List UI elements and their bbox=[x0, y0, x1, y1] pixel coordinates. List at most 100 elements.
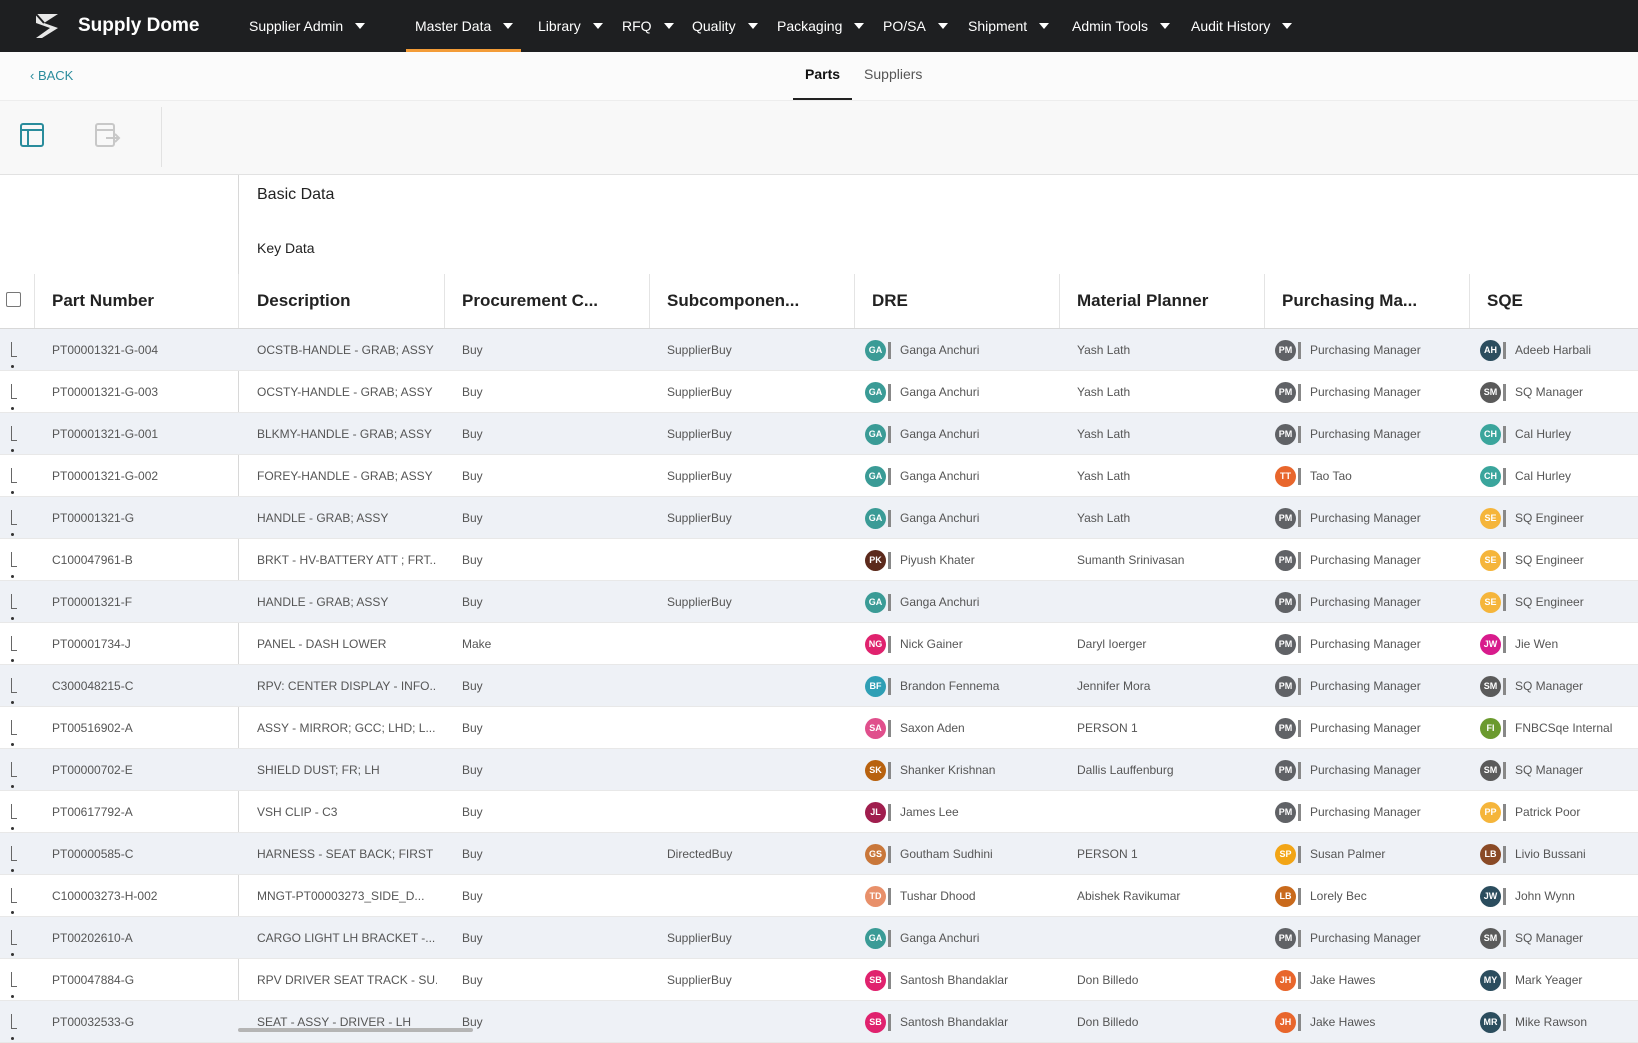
cell-sqe[interactable]: SM SQ Manager bbox=[1480, 371, 1638, 413]
cell-purchasing-manager[interactable]: PM Purchasing Manager bbox=[1275, 791, 1465, 833]
row-select-marker[interactable] bbox=[11, 552, 17, 567]
table-row[interactable]: PT00001321-G-004 OCSTB-HANDLE - GRAB; ASS… bbox=[0, 329, 1638, 371]
table-row[interactable]: PT00516902-A ASSY - MIRROR; GCC; LHD; L..… bbox=[0, 707, 1638, 749]
row-select-marker[interactable] bbox=[11, 804, 17, 819]
cell-sqe[interactable]: SE SQ Engineer bbox=[1480, 539, 1638, 581]
column-header-sqe[interactable]: SQE bbox=[1487, 274, 1637, 328]
row-select-marker[interactable] bbox=[11, 678, 17, 693]
cell-sqe[interactable]: FI FNBCSqe Internal bbox=[1480, 707, 1638, 749]
column-header-dre[interactable]: DRE bbox=[872, 274, 1052, 328]
cell-dre[interactable]: GA Ganga Anchuri bbox=[865, 497, 1055, 539]
table-row[interactable]: C100047961-B BRKT - HV-BATTERY ATT ; FRT.… bbox=[0, 539, 1638, 581]
row-select-marker[interactable] bbox=[11, 930, 17, 945]
row-select-marker[interactable] bbox=[11, 510, 17, 525]
nav-po-sa[interactable]: PO/SA bbox=[874, 0, 951, 52]
export-icon[interactable] bbox=[92, 119, 124, 151]
column-header-description[interactable]: Description bbox=[257, 274, 437, 328]
horizontal-scrollbar[interactable] bbox=[238, 1028, 473, 1032]
cell-purchasing-manager[interactable]: PM Purchasing Manager bbox=[1275, 371, 1465, 413]
app-logo[interactable]: Supply Dome bbox=[32, 11, 232, 41]
table-row[interactable]: PT00001734-J PANEL - DASH LOWER Make NG Nick… bbox=[0, 623, 1638, 665]
table-row[interactable]: PT00001321-G HANDLE - GRAB; ASSY Buy Suppli… bbox=[0, 497, 1638, 539]
cell-purchasing-manager[interactable]: PM Purchasing Manager bbox=[1275, 665, 1465, 707]
column-header-purchasing-manager[interactable]: Purchasing Ma... bbox=[1282, 274, 1462, 328]
nav-admin-tools[interactable]: Admin Tools bbox=[1063, 0, 1174, 52]
table-layout-icon[interactable] bbox=[16, 119, 48, 151]
table-row[interactable]: PT00001321-G-001 BLKMY-HANDLE - GRAB; ASS… bbox=[0, 413, 1638, 455]
tab-suppliers[interactable]: Suppliers bbox=[852, 52, 934, 100]
table-row[interactable]: PT00000585-C HARNESS - SEAT BACK; FIRST .… bbox=[0, 833, 1638, 875]
row-select-marker[interactable] bbox=[11, 636, 17, 651]
cell-sqe[interactable]: SE SQ Engineer bbox=[1480, 497, 1638, 539]
cell-dre[interactable]: GA Ganga Anchuri bbox=[865, 371, 1055, 413]
table-row[interactable]: PT00000702-E SHIELD DUST; FR; LH Buy SK Shan… bbox=[0, 749, 1638, 791]
row-select-marker[interactable] bbox=[11, 888, 17, 903]
cell-purchasing-manager[interactable]: LB Lorely Bec bbox=[1275, 875, 1465, 917]
row-select-marker[interactable] bbox=[11, 972, 17, 987]
column-header-material-planner[interactable]: Material Planner bbox=[1077, 274, 1257, 328]
select-all-checkbox[interactable] bbox=[6, 292, 21, 307]
cell-dre[interactable]: GA Ganga Anchuri bbox=[865, 455, 1055, 497]
cell-sqe[interactable]: SM SQ Manager bbox=[1480, 749, 1638, 791]
table-row[interactable]: PT00032533-G SEAT - ASSY - DRIVER - LH Buy… bbox=[0, 1001, 1638, 1043]
table-row[interactable]: PT00202610-A CARGO LIGHT LH BRACKET -... B… bbox=[0, 917, 1638, 959]
row-select-marker[interactable] bbox=[11, 468, 17, 483]
table-row[interactable]: PT00047884-G RPV DRIVER SEAT TRACK - SU..… bbox=[0, 959, 1638, 1001]
nav-packaging[interactable]: Packaging bbox=[768, 0, 866, 52]
cell-dre[interactable]: SK Shanker Krishnan bbox=[865, 749, 1055, 791]
cell-dre[interactable]: GS Goutham Sudhini bbox=[865, 833, 1055, 875]
back-link[interactable]: ‹ BACK bbox=[30, 68, 73, 83]
cell-sqe[interactable]: SE SQ Engineer bbox=[1480, 581, 1638, 623]
cell-purchasing-manager[interactable]: PM Purchasing Manager bbox=[1275, 581, 1465, 623]
cell-dre[interactable]: TD Tushar Dhood bbox=[865, 875, 1055, 917]
row-select-marker[interactable] bbox=[11, 720, 17, 735]
table-row[interactable]: PT00001321-G-002 FOREY-HANDLE - GRAB; ASS… bbox=[0, 455, 1638, 497]
table-row[interactable]: C300048215-C RPV: CENTER DISPLAY - INFO..… bbox=[0, 665, 1638, 707]
cell-sqe[interactable]: JW John Wynn bbox=[1480, 875, 1638, 917]
cell-purchasing-manager[interactable]: SP Susan Palmer bbox=[1275, 833, 1465, 875]
cell-sqe[interactable]: CH Cal Hurley bbox=[1480, 455, 1638, 497]
row-select-marker[interactable] bbox=[11, 762, 17, 777]
cell-sqe[interactable]: MY Mark Yeager bbox=[1480, 959, 1638, 1001]
cell-dre[interactable]: PK Piyush Khater bbox=[865, 539, 1055, 581]
table-row[interactable]: PT00001321-G-003 OCSTY-HANDLE - GRAB; ASS… bbox=[0, 371, 1638, 413]
cell-sqe[interactable]: MR Mike Rawson bbox=[1480, 1001, 1638, 1043]
cell-purchasing-manager[interactable]: JH Jake Hawes bbox=[1275, 959, 1465, 1001]
nav-library[interactable]: Library bbox=[529, 0, 605, 52]
nav-shipment[interactable]: Shipment bbox=[959, 0, 1055, 52]
nav-master-data[interactable]: Master Data bbox=[406, 0, 521, 52]
nav-audit-history[interactable]: Audit History bbox=[1182, 0, 1297, 52]
cell-purchasing-manager[interactable]: PM Purchasing Manager bbox=[1275, 413, 1465, 455]
cell-purchasing-manager[interactable]: PM Purchasing Manager bbox=[1275, 707, 1465, 749]
column-header-part-number[interactable]: Part Number bbox=[52, 274, 232, 328]
cell-dre[interactable]: SB Santosh Bhandaklar bbox=[865, 959, 1055, 1001]
table-row[interactable]: PT00001321-F HANDLE - GRAB; ASSY Buy Suppli… bbox=[0, 581, 1638, 623]
cell-purchasing-manager[interactable]: PM Purchasing Manager bbox=[1275, 749, 1465, 791]
cell-sqe[interactable]: SM SQ Manager bbox=[1480, 917, 1638, 959]
table-row[interactable]: PT00617792-A VSH CLIP - C3 Buy JL James Lee P… bbox=[0, 791, 1638, 833]
nav-supplier-admin[interactable]: Supplier Admin bbox=[240, 0, 398, 52]
table-row[interactable]: C100003273-H-002 MNGT-PT00003273_SIDE_D..… bbox=[0, 875, 1638, 917]
cell-purchasing-manager[interactable]: TT Tao Tao bbox=[1275, 455, 1465, 497]
cell-dre[interactable]: JL James Lee bbox=[865, 791, 1055, 833]
cell-sqe[interactable]: PP Patrick Poor bbox=[1480, 791, 1638, 833]
cell-sqe[interactable]: LB Livio Bussani bbox=[1480, 833, 1638, 875]
cell-sqe[interactable]: JW Jie Wen bbox=[1480, 623, 1638, 665]
cell-purchasing-manager[interactable]: PM Purchasing Manager bbox=[1275, 917, 1465, 959]
cell-sqe[interactable]: SM SQ Manager bbox=[1480, 665, 1638, 707]
cell-dre[interactable]: GA Ganga Anchuri bbox=[865, 581, 1055, 623]
row-select-marker[interactable] bbox=[11, 384, 17, 399]
cell-purchasing-manager[interactable]: PM Purchasing Manager bbox=[1275, 497, 1465, 539]
cell-dre[interactable]: GA Ganga Anchuri bbox=[865, 917, 1055, 959]
cell-purchasing-manager[interactable]: PM Purchasing Manager bbox=[1275, 623, 1465, 665]
cell-dre[interactable]: BF Brandon Fennema bbox=[865, 665, 1055, 707]
nav-quality[interactable]: Quality bbox=[683, 0, 760, 52]
cell-dre[interactable]: NG Nick Gainer bbox=[865, 623, 1055, 665]
row-select-marker[interactable] bbox=[11, 342, 17, 357]
column-header-procurement-category[interactable]: Procurement C... bbox=[462, 274, 642, 328]
cell-dre[interactable]: SA Saxon Aden bbox=[865, 707, 1055, 749]
cell-sqe[interactable]: CH Cal Hurley bbox=[1480, 413, 1638, 455]
cell-purchasing-manager[interactable]: JH Jake Hawes bbox=[1275, 1001, 1465, 1043]
row-select-marker[interactable] bbox=[11, 594, 17, 609]
cell-dre[interactable]: SB Santosh Bhandaklar bbox=[865, 1001, 1055, 1043]
